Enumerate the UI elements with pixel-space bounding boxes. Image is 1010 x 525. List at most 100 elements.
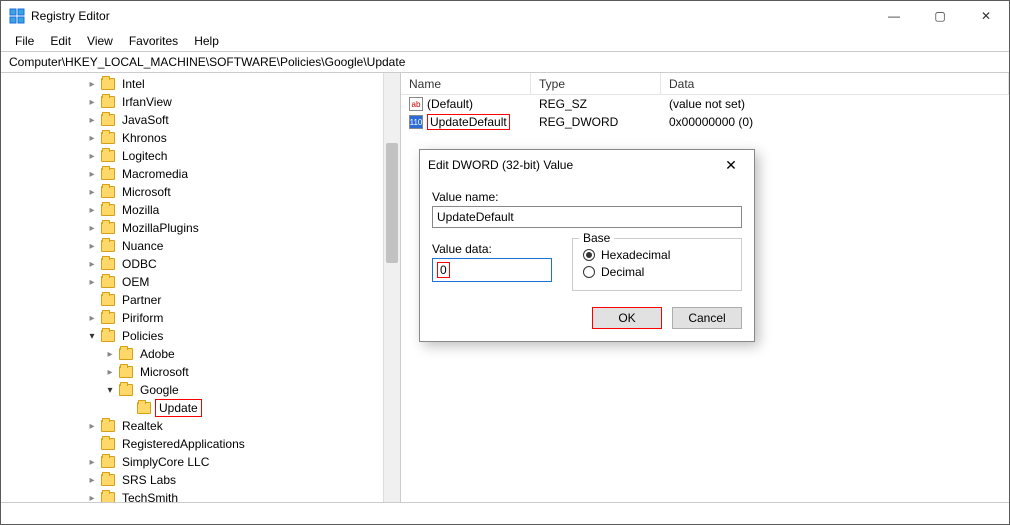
chevron-right-icon[interactable] bbox=[85, 473, 99, 487]
tree-node[interactable]: Partner bbox=[1, 291, 400, 309]
chevron-right-icon[interactable] bbox=[85, 203, 99, 217]
address-bar[interactable]: Computer\HKEY_LOCAL_MACHINE\SOFTWARE\Pol… bbox=[1, 51, 1009, 73]
string-value-icon: ab bbox=[409, 97, 423, 111]
tree-node[interactable]: Policies bbox=[1, 327, 400, 345]
chevron-right-icon[interactable] bbox=[85, 419, 99, 433]
chevron-right-icon[interactable] bbox=[85, 491, 99, 502]
col-name[interactable]: Name bbox=[401, 73, 531, 94]
dialog-titlebar[interactable]: Edit DWORD (32-bit) Value ✕ bbox=[420, 150, 754, 180]
tree-node[interactable]: RegisteredApplications bbox=[1, 435, 400, 453]
col-data[interactable]: Data bbox=[661, 73, 1009, 94]
tree-node[interactable]: Microsoft bbox=[1, 183, 400, 201]
ok-button[interactable]: OK bbox=[592, 307, 662, 329]
chevron-right-icon[interactable] bbox=[85, 311, 99, 325]
list-header[interactable]: Name Type Data bbox=[401, 73, 1009, 95]
tree-node[interactable]: OEM bbox=[1, 273, 400, 291]
list-row[interactable]: ab(Default)REG_SZ(value not set) bbox=[401, 95, 1009, 113]
tree-node[interactable]: Macromedia bbox=[1, 165, 400, 183]
close-button[interactable]: ✕ bbox=[963, 1, 1009, 31]
tree-node-label: Google bbox=[137, 382, 182, 398]
tree-node-label: Adobe bbox=[137, 346, 178, 362]
tree-node-label: Policies bbox=[119, 328, 166, 344]
value-name-label: Value name: bbox=[432, 190, 742, 204]
base-legend: Base bbox=[579, 231, 614, 245]
chevron-right-icon[interactable] bbox=[103, 365, 117, 379]
tree-node[interactable]: MozillaPlugins bbox=[1, 219, 400, 237]
radio-hexadecimal[interactable]: Hexadecimal bbox=[583, 248, 731, 262]
menu-view[interactable]: View bbox=[81, 32, 119, 50]
folder-icon bbox=[119, 384, 133, 396]
cancel-button[interactable]: Cancel bbox=[672, 307, 742, 329]
tree-node-label: Realtek bbox=[119, 418, 166, 434]
tree-node-label: JavaSoft bbox=[119, 112, 172, 128]
tree-node[interactable]: ODBC bbox=[1, 255, 400, 273]
folder-icon bbox=[119, 348, 133, 360]
chevron-right-icon[interactable] bbox=[85, 149, 99, 163]
chevron-right-icon[interactable] bbox=[85, 113, 99, 127]
tree-node[interactable]: Mozilla bbox=[1, 201, 400, 219]
value-data-label: Value data: bbox=[432, 242, 552, 256]
tree-node-label: Mozilla bbox=[119, 202, 162, 218]
status-bar bbox=[1, 502, 1009, 524]
tree-node[interactable]: Piriform bbox=[1, 309, 400, 327]
list-row[interactable]: 110UpdateDefaultREG_DWORD0x00000000 (0) bbox=[401, 113, 1009, 131]
chevron-right-icon[interactable] bbox=[85, 131, 99, 145]
chevron-right-icon[interactable] bbox=[85, 257, 99, 271]
tree-node[interactable]: Nuance bbox=[1, 237, 400, 255]
registry-editor-icon bbox=[9, 8, 25, 24]
tree-node[interactable]: Adobe bbox=[1, 345, 400, 363]
titlebar[interactable]: Registry Editor — ▢ ✕ bbox=[1, 1, 1009, 31]
folder-icon bbox=[101, 276, 115, 288]
tree-node[interactable]: IrfanView bbox=[1, 93, 400, 111]
value-type-cell: REG_DWORD bbox=[531, 115, 661, 129]
chevron-right-icon[interactable] bbox=[85, 77, 99, 91]
col-type[interactable]: Type bbox=[531, 73, 661, 94]
chevron-right-icon[interactable] bbox=[85, 221, 99, 235]
radio-decimal[interactable]: Decimal bbox=[583, 265, 731, 279]
minimize-button[interactable]: — bbox=[871, 1, 917, 31]
chevron-right-icon[interactable] bbox=[85, 185, 99, 199]
chevron-right-icon[interactable] bbox=[85, 167, 99, 181]
tree-node[interactable]: Intel bbox=[1, 75, 400, 93]
menu-edit[interactable]: Edit bbox=[44, 32, 77, 50]
dialog-close-button[interactable]: ✕ bbox=[716, 150, 746, 180]
chevron-down-icon[interactable] bbox=[103, 383, 117, 397]
chevron-right-icon[interactable] bbox=[85, 239, 99, 253]
chevron-right-icon[interactable] bbox=[85, 455, 99, 469]
tree-node[interactable]: Logitech bbox=[1, 147, 400, 165]
menu-file[interactable]: File bbox=[9, 32, 40, 50]
scrollbar-thumb[interactable] bbox=[386, 143, 398, 263]
chevron-down-icon[interactable] bbox=[85, 329, 99, 343]
menu-help[interactable]: Help bbox=[188, 32, 225, 50]
tree-node[interactable]: Khronos bbox=[1, 129, 400, 147]
tree-pane[interactable]: IntelIrfanView JavaSoftKhronosLogitechMac… bbox=[1, 73, 401, 502]
tree-node[interactable]: SRS Labs bbox=[1, 471, 400, 489]
menu-favorites[interactable]: Favorites bbox=[123, 32, 184, 50]
edit-dword-dialog: Edit DWORD (32-bit) Value ✕ Value name: … bbox=[419, 149, 755, 342]
tree-node-label: RegisteredApplications bbox=[119, 436, 248, 452]
folder-icon bbox=[101, 78, 115, 90]
value-data-cell: (value not set) bbox=[661, 97, 1009, 111]
window-title: Registry Editor bbox=[31, 9, 110, 23]
tree-node[interactable]: Google bbox=[1, 381, 400, 399]
value-data-field[interactable]: 0 bbox=[432, 258, 552, 282]
tree-node-label: IrfanView bbox=[119, 94, 175, 110]
tree-node[interactable]: SimplyCore LLC bbox=[1, 453, 400, 471]
chevron-right-icon[interactable] bbox=[85, 95, 99, 109]
tree-node[interactable]: TechSmith bbox=[1, 489, 400, 502]
tree-scrollbar[interactable] bbox=[383, 73, 400, 502]
value-name-field[interactable] bbox=[432, 206, 742, 228]
tree-node[interactable]: Update bbox=[1, 399, 400, 417]
base-fieldset: Base Hexadecimal Decimal bbox=[572, 238, 742, 291]
radio-hex-label: Hexadecimal bbox=[601, 248, 670, 262]
chevron-right-icon[interactable] bbox=[103, 347, 117, 361]
address-path[interactable]: Computer\HKEY_LOCAL_MACHINE\SOFTWARE\Pol… bbox=[5, 53, 1005, 71]
chevron-right-icon[interactable] bbox=[85, 275, 99, 289]
folder-icon bbox=[101, 312, 115, 324]
tree-node[interactable]: JavaSoft bbox=[1, 111, 400, 129]
tree-node[interactable]: Realtek bbox=[1, 417, 400, 435]
maximize-button[interactable]: ▢ bbox=[917, 1, 963, 31]
registry-editor-window: Registry Editor — ▢ ✕ File Edit View Fav… bbox=[0, 0, 1010, 525]
tree-node[interactable]: Microsoft bbox=[1, 363, 400, 381]
tree-node-label: Logitech bbox=[119, 148, 170, 164]
